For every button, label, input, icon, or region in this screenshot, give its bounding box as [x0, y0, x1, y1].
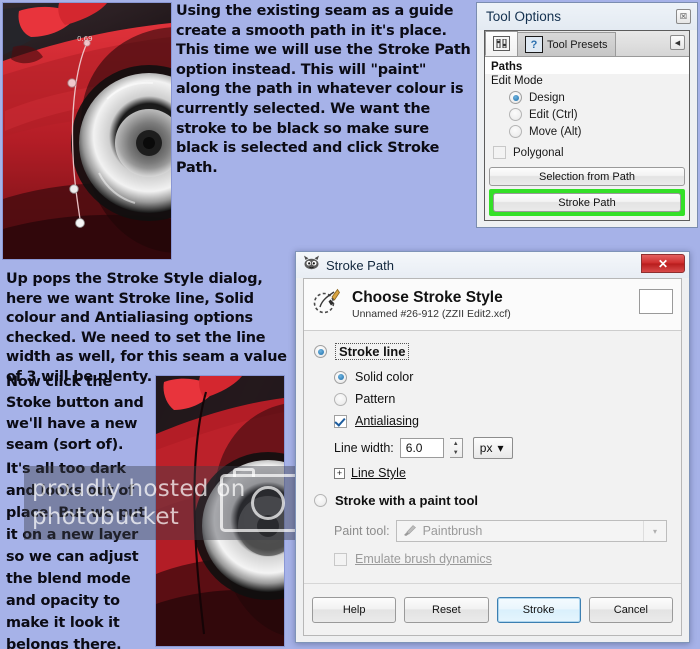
tool-options-dock: Tool Options ☒ ? Tool Presets ◀ Paths Ed… [476, 2, 698, 228]
radio-icon-solid-color [334, 370, 347, 384]
checkbox-emulate-brush-dynamics[interactable]: Emulate brush dynamics [304, 552, 681, 566]
car-with-path-illustration: 0.69 [3, 3, 171, 259]
paintbrush-icon [403, 524, 417, 539]
collapse-arrow-icon[interactable]: ◀ [670, 35, 685, 50]
paint-tool-value: Paintbrush [422, 524, 483, 538]
close-button[interactable]: ✕ [641, 254, 685, 273]
chevron-down-icon: ▾ [497, 441, 504, 455]
radio-label-design: Design [529, 91, 565, 104]
radio-label-pattern: Pattern [355, 392, 396, 406]
tool-options-icon [493, 36, 510, 51]
radio-icon-pattern [334, 392, 347, 406]
tool-presets-icon: ? [525, 36, 543, 53]
line-width-stepper[interactable]: ▲ ▼ [449, 438, 463, 458]
radio-stroke-with-paint-tool[interactable]: Stroke with a paint tool [304, 493, 681, 508]
checkbox-antialiasing[interactable]: Antialiasing [304, 414, 681, 428]
radio-icon-stroke-line [314, 345, 327, 358]
selection-from-path-button[interactable]: Selection from Path [489, 167, 685, 186]
line-width-label: Line width: [334, 441, 394, 455]
canvas-image-top[interactable]: 0.69 [2, 2, 172, 260]
tool-options-title-text: Tool Options [486, 9, 562, 24]
checkbox-icon-emulate-brush-dynamics [334, 552, 347, 566]
stroke-dialog-title-text: Stroke Path [326, 257, 394, 273]
instruction-text-middle-2: Now click the Stoke button and we'll hav… [6, 374, 144, 453]
reset-button[interactable]: Reset [404, 596, 489, 623]
stroke-style-icon [312, 287, 342, 322]
line-width-unit-value: px [479, 441, 493, 455]
radio-icon-edit [509, 108, 522, 121]
line-style-label: Line Style [351, 466, 406, 480]
checkbox-polygonal[interactable]: Polygonal [485, 140, 689, 161]
line-width-input[interactable]: 6.0 [399, 438, 444, 458]
car-with-stroked-seam-illustration [156, 376, 284, 646]
instruction-text-middle: Up pops the Stroke Style dialog, here we… [6, 271, 287, 385]
stroke-button[interactable]: Stroke [496, 596, 581, 623]
tool-options-panel: ? Tool Presets ◀ Paths Edit Mode Design … [484, 30, 690, 221]
help-button[interactable]: Help [312, 596, 397, 623]
radio-label-edit: Edit (Ctrl) [529, 108, 578, 121]
radio-solid-color[interactable]: Solid color [304, 370, 681, 384]
stroke-dialog-header: Choose Stroke Style Unnamed #26-912 (ZZI… [304, 279, 681, 331]
canvas-image-bottom[interactable] [155, 375, 285, 647]
paint-tool-combobox[interactable]: Paintbrush ▾ [395, 520, 667, 542]
stroke-dialog-heading: Choose Stroke Style [352, 288, 503, 306]
line-width-control: Line width: 6.0 ▲ ▼ px ▾ [304, 437, 681, 459]
tool-options-titlebar: Tool Options ☒ [477, 3, 697, 30]
chevron-down-icon[interactable]: ▾ [643, 521, 666, 541]
edit-mode-label: Edit Mode [491, 75, 543, 87]
stepper-down-icon[interactable]: ▼ [450, 448, 462, 457]
stroke-preview-box[interactable] [639, 289, 673, 314]
stroke-dialog-content: Choose Stroke Style Unnamed #26-912 (ZZI… [303, 278, 682, 636]
stepper-up-icon[interactable]: ▲ [450, 439, 462, 448]
radio-icon-move [509, 125, 522, 138]
expander-plus-icon[interactable]: + [334, 467, 345, 479]
tab-tool-options[interactable] [485, 31, 518, 56]
stroke-dialog-subheading: Unnamed #26-912 (ZZII Edit2.xcf) [352, 307, 511, 320]
radio-label-stroke-with-paint-tool: Stroke with a paint tool [335, 493, 479, 508]
radio-pattern[interactable]: Pattern [304, 392, 681, 406]
radio-label-solid-color: Solid color [355, 370, 414, 384]
gimp-wilber-icon [303, 255, 320, 275]
line-width-unit-select[interactable]: px ▾ [472, 437, 513, 459]
checkbox-label-polygonal: Polygonal [513, 146, 564, 159]
tab-tool-presets-label: Tool Presets [547, 38, 608, 51]
cancel-button[interactable]: Cancel [588, 596, 673, 623]
checkbox-label-antialiasing: Antialiasing [355, 414, 419, 428]
stroke-dialog-footer: Help Reset Stroke Cancel [304, 583, 681, 635]
radio-icon-stroke-with-paint-tool [314, 494, 327, 507]
radio-edit-mode-design[interactable]: Design [485, 89, 689, 106]
stroke-path-button[interactable]: Stroke Path [493, 193, 681, 212]
tool-options-tabstrip: ? Tool Presets ◀ [485, 31, 689, 57]
checkbox-icon-antialiasing [334, 414, 347, 428]
close-icon[interactable]: ☒ [676, 9, 691, 24]
stroke-dialog-titlebar[interactable]: Stroke Path ✕ [296, 252, 689, 278]
line-style-expander[interactable]: + Line Style [304, 466, 681, 480]
paths-action-buttons: Selection from Path Stroke Path [485, 167, 689, 220]
svg-text:0.69: 0.69 [77, 35, 93, 43]
radio-stroke-line[interactable]: Stroke line [304, 343, 681, 360]
stroke-path-dialog: Stroke Path ✕ Choose Stroke Style Unname… [295, 251, 690, 643]
sliders-glyph [496, 39, 507, 48]
wilber-glyph [304, 255, 319, 270]
instruction-text-bottom: It's all too dark and looks out of place… [6, 461, 145, 649]
brush-path-glyph [313, 288, 340, 314]
paintbrush-glyph [403, 524, 416, 536]
radio-edit-mode-move[interactable]: Move (Alt) [485, 123, 689, 140]
section-title-paths: Paths [485, 57, 689, 74]
stroke-dialog-options: Stroke line Solid color Pattern Antialia… [304, 331, 681, 566]
tab-tool-presets[interactable]: ? Tool Presets [517, 32, 616, 56]
instruction-text-top: Using the existing seam as a guide creat… [176, 3, 471, 176]
checkbox-label-emulate-brush-dynamics: Emulate brush dynamics [355, 552, 492, 566]
paint-tool-control: Paint tool: Paintbrush ▾ [304, 520, 681, 542]
radio-icon-design [509, 91, 522, 104]
radio-label-stroke-line: Stroke line [335, 343, 410, 360]
radio-label-move: Move (Alt) [529, 125, 582, 138]
paint-tool-label: Paint tool: [334, 524, 390, 538]
radio-edit-mode-edit[interactable]: Edit (Ctrl) [485, 106, 689, 123]
stroke-path-highlight-box: Stroke Path [489, 189, 685, 216]
checkbox-icon-polygonal [493, 146, 506, 159]
screenshot-root: 0.69 Using the existing seam as a guide … [0, 0, 700, 649]
